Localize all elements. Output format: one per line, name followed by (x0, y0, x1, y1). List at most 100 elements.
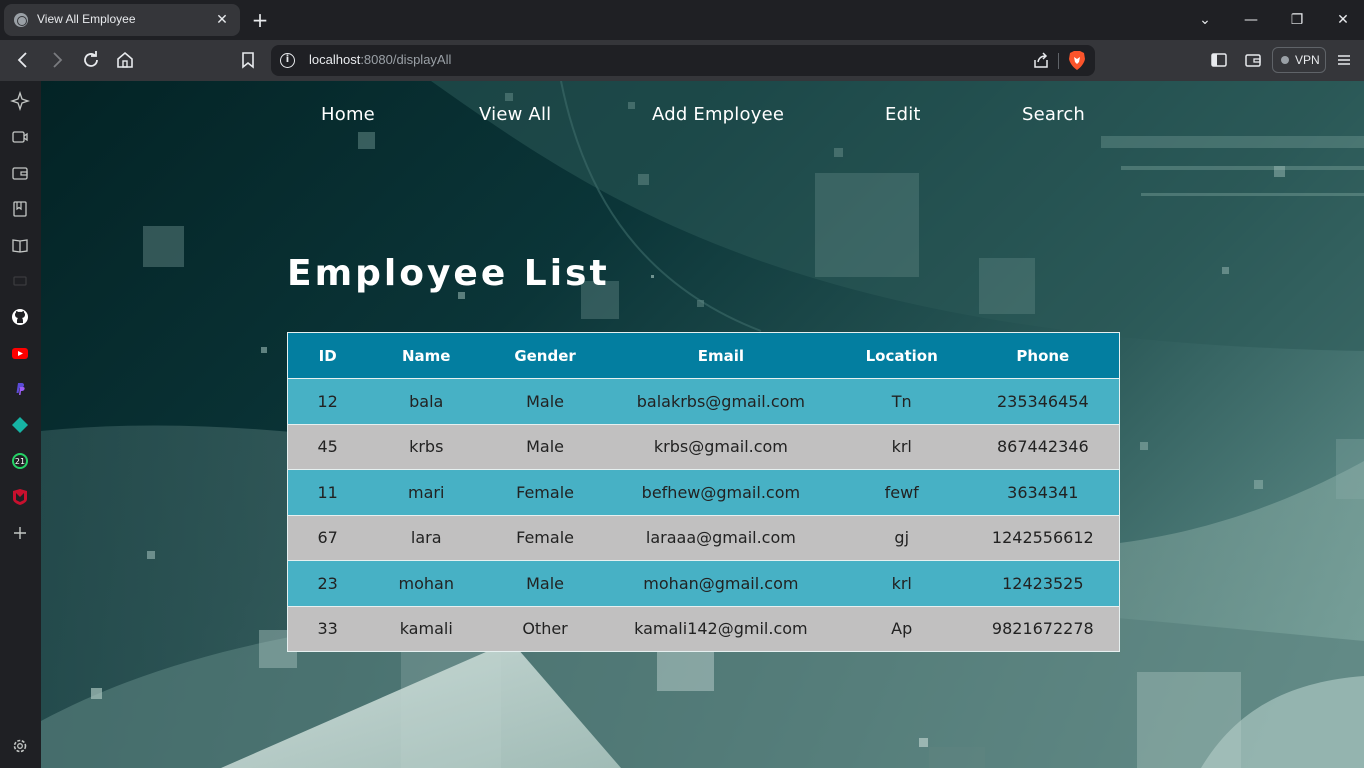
column-header-gender: Gender (485, 332, 605, 379)
settings-icon[interactable] (10, 736, 30, 756)
back-button[interactable] (11, 48, 35, 72)
tab-search-icon[interactable]: ⌄ (1193, 8, 1217, 32)
cell-email: laraaa@gmail.com (604, 515, 837, 561)
leo-ai-icon[interactable] (9, 90, 31, 112)
column-header-name: Name (367, 332, 486, 379)
minimize-button[interactable]: — (1239, 8, 1263, 32)
vpn-button[interactable]: VPN (1272, 47, 1326, 73)
cell-name: lara (367, 515, 486, 561)
table-row: 67 lara Female laraaa@gmail.com gj 12425… (287, 515, 1120, 561)
home-icon (117, 51, 133, 68)
site-nav: Home View All Add Employee Edit Search (41, 81, 1364, 151)
cell-email: krbs@gmail.com (604, 424, 837, 470)
cell-phone: 235346454 (966, 378, 1120, 425)
column-header-location: Location (836, 332, 967, 379)
sidebar-panel-icon (1211, 53, 1227, 67)
cell-location: krl (836, 560, 967, 607)
browser-sidebar: 21 (0, 81, 41, 768)
wallet-icon (1245, 54, 1261, 67)
cell-name: mohan (367, 560, 486, 607)
brave-shields-icon[interactable] (1067, 50, 1087, 71)
bookmarks-icon[interactable] (10, 199, 30, 219)
new-tab-button[interactable]: + (250, 8, 270, 32)
cell-phone: 9821672278 (966, 606, 1120, 652)
nav-home[interactable]: Home (321, 104, 375, 125)
cell-name: krbs (367, 424, 486, 470)
nav-view-all[interactable]: View All (479, 104, 551, 125)
table-row: 45 krbs Male krbs@gmail.com krl 86744234… (287, 424, 1120, 470)
diamond-app-icon[interactable] (10, 415, 30, 435)
browser-tab[interactable]: View All Employee ✕ (4, 4, 240, 36)
table-row: 12 bala Male balakrbs@gmail.com Tn 23534… (287, 378, 1120, 425)
cell-email: mohan@gmail.com (604, 560, 837, 607)
add-icon[interactable] (10, 523, 30, 543)
cell-gender: Male (485, 378, 605, 425)
menu-button[interactable] (1332, 48, 1356, 72)
share-icon[interactable] (1031, 51, 1051, 71)
reading-list-icon[interactable] (10, 235, 30, 255)
cell-id: 67 (287, 515, 368, 561)
site-info-icon[interactable]: i (280, 53, 295, 68)
url-host: localhost (309, 52, 361, 67)
page-title: Employee List (287, 253, 610, 294)
url-path: :8080/displayAll (360, 52, 452, 67)
nav-edit[interactable]: Edit (885, 104, 921, 125)
tab-title: View All Employee (37, 12, 136, 26)
cell-name: mari (367, 469, 486, 516)
tab-strip: View All Employee ✕ + ⌄ — ❐ ✕ (0, 0, 1364, 40)
omnibox-separator (1058, 53, 1059, 69)
browser-toolbar: i localhost:8080/displayAll VPN (0, 40, 1364, 81)
close-window-button[interactable]: ✕ (1331, 8, 1355, 32)
cell-gender: Male (485, 560, 605, 607)
paypal-icon[interactable] (10, 379, 30, 399)
hamburger-menu-icon (1338, 55, 1350, 65)
mcafee-icon[interactable] (10, 487, 30, 507)
cell-phone: 3634341 (966, 469, 1120, 516)
cell-location: Ap (836, 606, 967, 652)
sidebar-toggle-button[interactable] (1207, 48, 1231, 72)
cell-name: kamali (367, 606, 486, 652)
close-tab-icon[interactable]: ✕ (212, 10, 232, 30)
cell-gender: Other (485, 606, 605, 652)
cell-id: 12 (287, 378, 368, 425)
bookmark-icon (242, 52, 254, 69)
cell-location: fewf (836, 469, 967, 516)
table-header-row: ID Name Gender Email Location Phone (287, 332, 1120, 379)
whatsapp-badge: 21 (15, 457, 25, 466)
column-header-id: ID (287, 332, 368, 379)
cell-email: balakrbs@gmail.com (604, 378, 837, 425)
cell-name: bala (367, 378, 486, 425)
cell-id: 11 (287, 469, 368, 516)
back-arrow-icon (17, 52, 27, 68)
video-icon[interactable] (10, 127, 30, 147)
cell-phone: 1242556612 (966, 515, 1120, 561)
column-header-phone: Phone (966, 332, 1120, 379)
cell-location: Tn (836, 378, 967, 425)
forward-arrow-icon (53, 52, 63, 68)
table-row: 33 kamali Other kamali142@gmil.com Ap 98… (287, 606, 1120, 652)
reload-icon (84, 51, 98, 67)
whatsapp-icon[interactable]: 21 (10, 451, 30, 471)
cell-email: befhew@gmail.com (604, 469, 837, 516)
globe-icon (14, 13, 28, 27)
cell-gender: Female (485, 469, 605, 516)
github-icon[interactable] (10, 307, 30, 327)
wallet-button[interactable] (1241, 48, 1265, 72)
cell-id: 33 (287, 606, 368, 652)
cell-gender: Male (485, 424, 605, 470)
nav-add-employee[interactable]: Add Employee (652, 104, 784, 125)
nav-search[interactable]: Search (1022, 104, 1085, 125)
wallet-icon[interactable] (10, 163, 30, 183)
address-bar[interactable]: i localhost:8080/displayAll (271, 45, 1095, 76)
youtube-icon[interactable] (10, 343, 30, 363)
restore-button[interactable]: ❐ (1285, 8, 1309, 32)
bookmark-button[interactable] (236, 48, 260, 72)
reload-button[interactable] (79, 48, 103, 72)
cell-id: 23 (287, 560, 368, 607)
url-text[interactable]: localhost:8080/displayAll (309, 52, 451, 67)
history-icon[interactable] (10, 271, 30, 291)
cell-phone: 867442346 (966, 424, 1120, 470)
home-button[interactable] (113, 48, 137, 72)
cell-phone: 12423525 (966, 560, 1120, 607)
forward-button[interactable] (45, 48, 69, 72)
